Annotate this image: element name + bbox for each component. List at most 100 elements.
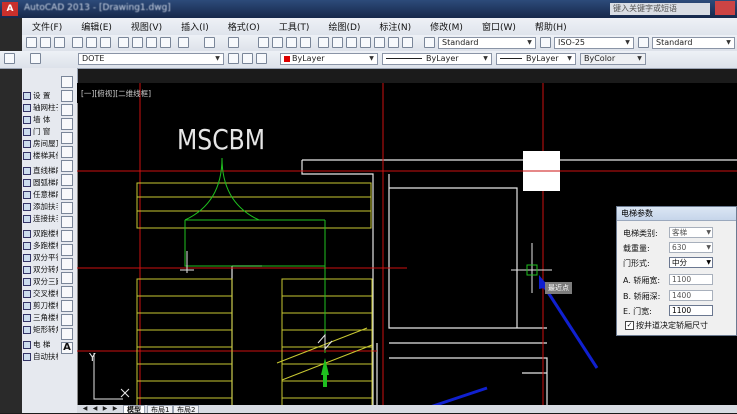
palette-item-doors-windows[interactable]: 门 窗 bbox=[22, 126, 58, 137]
palette-item-arc-flight[interactable]: 圆弧梯段 bbox=[22, 177, 58, 188]
rectangle-icon[interactable] bbox=[61, 132, 73, 144]
line-tool-icon[interactable] bbox=[61, 76, 73, 88]
palette-item-elevator[interactable]: 电 梯 bbox=[22, 339, 58, 350]
menu-modify[interactable]: 修改(M) bbox=[420, 18, 472, 33]
door-width-input[interactable]: 1100 bbox=[669, 305, 713, 316]
insert-block-icon[interactable] bbox=[61, 230, 73, 242]
tool-palettes-icon[interactable] bbox=[346, 37, 357, 48]
palette-item-double-run-stair[interactable]: 双跑楼梯 bbox=[22, 228, 58, 239]
palette-item-free-flight[interactable]: 任意梯段 bbox=[22, 189, 58, 200]
undo-icon[interactable] bbox=[204, 37, 215, 48]
polyline-icon[interactable] bbox=[61, 104, 73, 116]
menu-insert[interactable]: 插入(I) bbox=[171, 18, 218, 33]
palette-item-split-three-run[interactable]: 双分三跑 bbox=[22, 276, 58, 287]
tab-prev-icon[interactable]: ◀ bbox=[91, 405, 99, 413]
menu-view[interactable]: 视图(V) bbox=[121, 18, 171, 33]
tab-next-icon[interactable]: ▶ bbox=[101, 405, 109, 413]
palette-item-split-corner[interactable]: 双分转角 bbox=[22, 264, 58, 275]
shaft-size-checkbox[interactable]: ✓ 按井道决定轿厢尺寸 bbox=[625, 320, 708, 331]
palette-item-walls[interactable]: 墙 体 bbox=[22, 114, 58, 125]
construction-line-icon[interactable] bbox=[61, 90, 73, 102]
copy-icon[interactable] bbox=[132, 37, 143, 48]
menu-window[interactable]: 窗口(W) bbox=[472, 18, 525, 33]
palette-item-settings[interactable]: 设 置 bbox=[22, 90, 58, 101]
door-type-select[interactable]: 中分 ▼ bbox=[669, 257, 713, 268]
palette-item-escalator[interactable]: 自动扶梯 bbox=[22, 351, 58, 362]
menu-draw[interactable]: 绘图(D) bbox=[318, 18, 369, 33]
ellipse-icon[interactable] bbox=[61, 202, 73, 214]
cut-icon[interactable] bbox=[118, 37, 129, 48]
table-style-select[interactable]: Standard ▼ bbox=[652, 37, 735, 49]
dim-style-select[interactable]: ISO-25 ▼ bbox=[554, 37, 634, 49]
palette-item-straight-flight[interactable]: 直线梯段 bbox=[22, 165, 58, 176]
print-icon[interactable] bbox=[72, 37, 83, 48]
car-depth-input[interactable]: 1400 bbox=[669, 290, 713, 301]
help-search-input[interactable]: 键入关键字或短语 bbox=[610, 3, 710, 15]
print-preview-icon[interactable] bbox=[86, 37, 97, 48]
polygon-icon[interactable] bbox=[61, 118, 73, 130]
match-properties-icon[interactable] bbox=[160, 37, 171, 48]
viewport-label[interactable]: [一][俯视][二维线框] bbox=[81, 88, 151, 99]
menu-dimension[interactable]: 标注(N) bbox=[369, 18, 420, 33]
revision-cloud-icon[interactable] bbox=[61, 174, 73, 186]
markup-icon[interactable] bbox=[374, 37, 385, 48]
properties-icon[interactable] bbox=[318, 37, 329, 48]
palette-item-multi-run-stair[interactable]: 多跑楼梯 bbox=[22, 240, 58, 251]
text-icon[interactable]: A bbox=[61, 342, 73, 354]
menu-edit[interactable]: 编辑(E) bbox=[71, 18, 121, 33]
palette-item-split-parallel[interactable]: 双分平行 bbox=[22, 252, 58, 263]
tab-layout1[interactable]: 布局1 bbox=[147, 405, 174, 414]
layer-isolate-icon[interactable] bbox=[256, 53, 267, 64]
paste-icon[interactable] bbox=[146, 37, 157, 48]
zoom-window-icon[interactable] bbox=[286, 37, 297, 48]
redo-icon[interactable] bbox=[228, 37, 239, 48]
elevator-type-select[interactable]: 客梯 ▼ bbox=[669, 227, 713, 238]
menu-help[interactable]: 帮助(H) bbox=[525, 18, 576, 33]
palette-item-rooms-roofs[interactable]: 房间屋顶 bbox=[22, 138, 58, 149]
layer-previous-icon[interactable] bbox=[242, 53, 253, 64]
block-editor-icon[interactable] bbox=[178, 37, 189, 48]
point-icon[interactable] bbox=[61, 258, 73, 270]
spline-icon[interactable] bbox=[61, 188, 73, 200]
palette-item-stairs-other[interactable]: 楼梯其他 bbox=[22, 150, 58, 161]
open-file-icon[interactable] bbox=[40, 37, 51, 48]
make-current-layer-icon[interactable] bbox=[228, 53, 239, 64]
tab-layout2[interactable]: 布局2 bbox=[173, 405, 200, 414]
palette-item-cross-stair[interactable]: 交叉楼梯 bbox=[22, 288, 58, 299]
palette-item-grid-columns[interactable]: 轴网柱子 bbox=[22, 102, 58, 113]
car-width-input[interactable]: 1100 bbox=[669, 274, 713, 285]
tab-last-icon[interactable]: ▶ bbox=[111, 405, 119, 413]
quickcalc-icon[interactable] bbox=[388, 37, 399, 48]
menu-file[interactable]: 文件(F) bbox=[22, 18, 71, 33]
sheet-set-icon[interactable] bbox=[360, 37, 371, 48]
arc-icon[interactable] bbox=[61, 146, 73, 158]
layer-state-icon[interactable] bbox=[30, 53, 41, 64]
publish-icon[interactable] bbox=[100, 37, 111, 48]
layer-select[interactable]: DOTE ▼ bbox=[78, 53, 224, 65]
palette-item-triangle-stair[interactable]: 三角楼梯 bbox=[22, 312, 58, 323]
zoom-realtime-icon[interactable] bbox=[272, 37, 283, 48]
table-icon[interactable] bbox=[61, 314, 73, 326]
help-icon[interactable] bbox=[402, 37, 413, 48]
palette-item-connect-handrail[interactable]: 连接扶手 bbox=[22, 213, 58, 224]
lineweight-select[interactable]: ByLayer ▼ bbox=[496, 53, 576, 65]
text-style-select[interactable]: Standard ▼ bbox=[438, 37, 536, 49]
multiline-text-icon[interactable] bbox=[61, 328, 73, 340]
plotstyle-select[interactable]: ByColor ▼ bbox=[580, 53, 646, 65]
checkbox-check-icon[interactable]: ✓ bbox=[625, 321, 634, 330]
region-icon[interactable] bbox=[61, 300, 73, 312]
menu-tools[interactable]: 工具(T) bbox=[269, 18, 319, 33]
palette-item-add-handrail[interactable]: 添加扶手 bbox=[22, 201, 58, 212]
circle-icon[interactable] bbox=[61, 160, 73, 172]
menu-format[interactable]: 格式(O) bbox=[218, 18, 269, 33]
design-center-icon[interactable] bbox=[332, 37, 343, 48]
new-file-icon[interactable] bbox=[26, 37, 37, 48]
pan-icon[interactable] bbox=[258, 37, 269, 48]
app-logo-icon[interactable]: A bbox=[2, 2, 18, 16]
gradient-icon[interactable] bbox=[61, 286, 73, 298]
palette-item-scissor-stair[interactable]: 剪刀楼梯 bbox=[22, 300, 58, 311]
linetype-select[interactable]: ByLayer ▼ bbox=[382, 53, 492, 65]
make-block-icon[interactable] bbox=[61, 244, 73, 256]
palette-item-rect-corner[interactable]: 矩形转角 bbox=[22, 324, 58, 335]
hatch-icon[interactable] bbox=[61, 272, 73, 284]
